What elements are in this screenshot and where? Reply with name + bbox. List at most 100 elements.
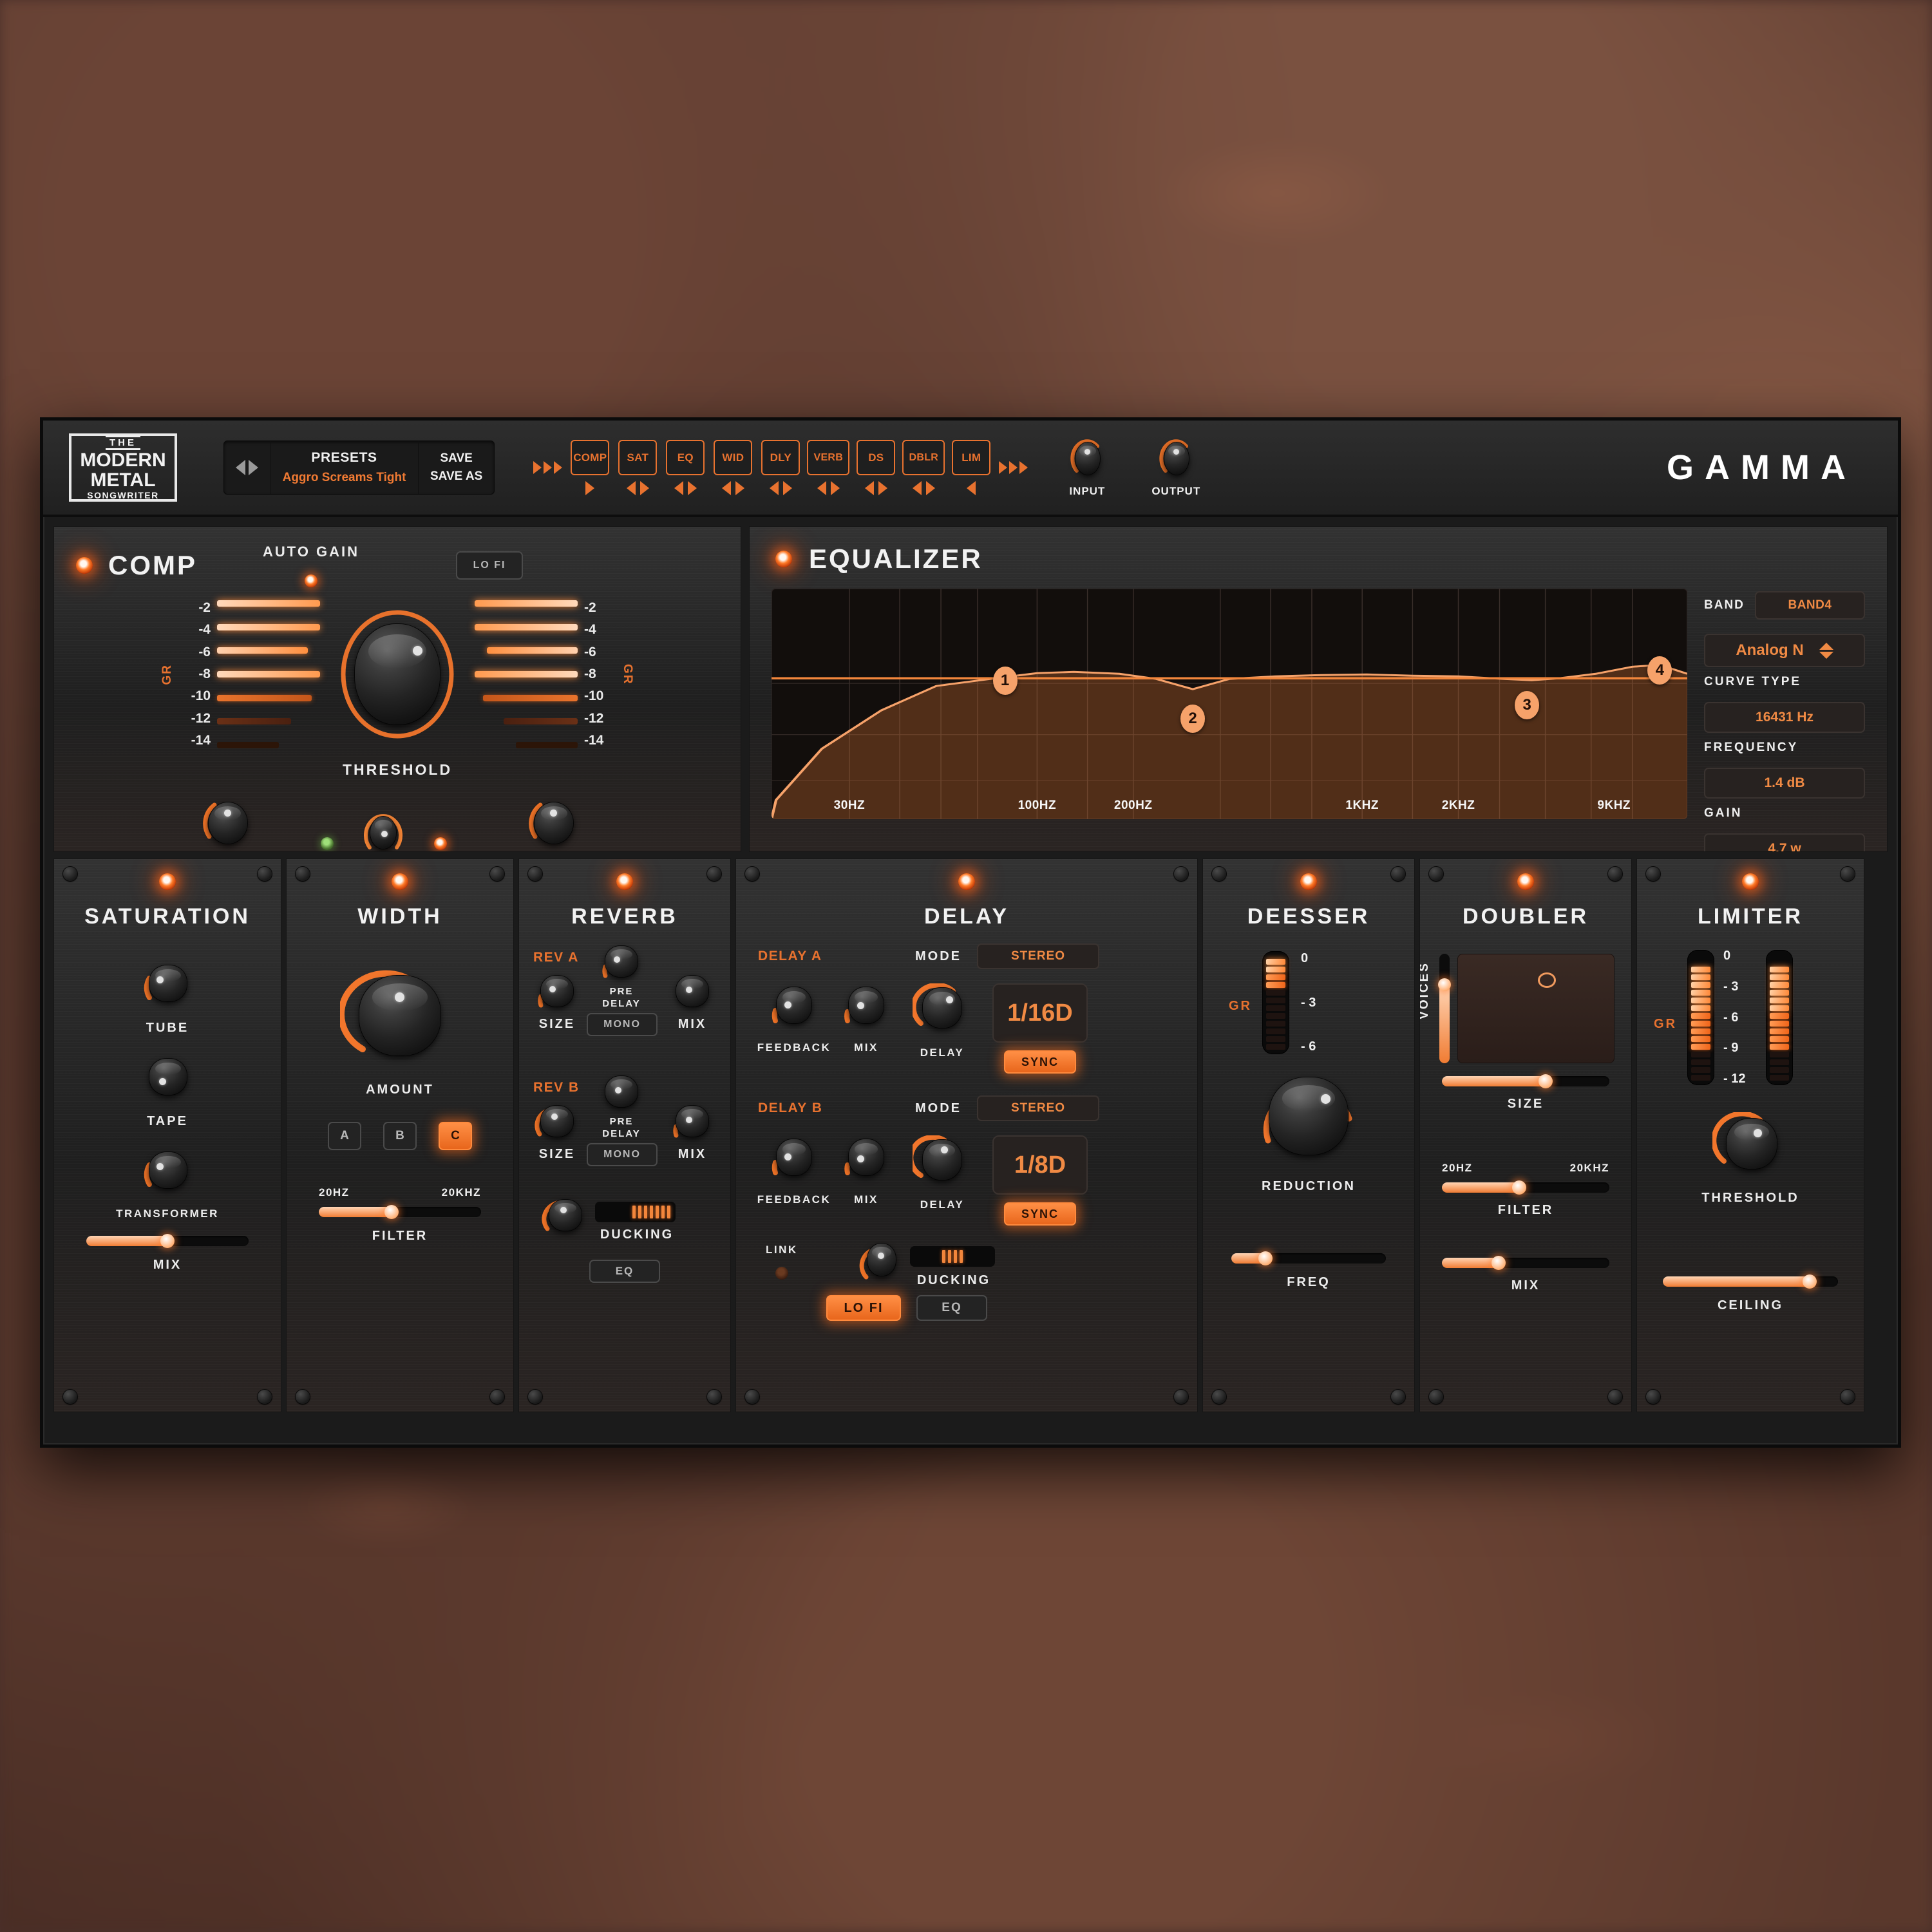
- comp-thd-knob[interactable]: [200, 795, 256, 851]
- auto-gain-led[interactable]: [305, 574, 318, 587]
- prev-preset-icon[interactable]: [236, 460, 245, 475]
- delay-link-led[interactable]: [775, 1267, 788, 1280]
- width-mode-c[interactable]: C: [439, 1122, 472, 1150]
- reverb-ducking-knob[interactable]: [540, 1197, 591, 1239]
- module-tab-lim[interactable]: LIM: [951, 440, 991, 495]
- reverb-eq-button[interactable]: EQ: [589, 1260, 660, 1283]
- delay-b-mix-knob[interactable]: [839, 1135, 893, 1184]
- saturation-tube-knob[interactable]: [138, 960, 196, 1010]
- module-label-ds[interactable]: DS: [857, 440, 896, 475]
- module-tab-dly[interactable]: DLY: [761, 440, 800, 495]
- delay-b-time-knob[interactable]: [913, 1135, 972, 1189]
- doubler-xy-pad[interactable]: [1457, 954, 1615, 1063]
- delay-lofi-button[interactable]: LO FI: [826, 1295, 901, 1321]
- wid-move-right-icon[interactable]: [735, 481, 744, 495]
- eq-gain-value[interactable]: 1.4 dB: [1704, 768, 1865, 799]
- comp-mix-knob[interactable]: [362, 810, 404, 851]
- preset-nav[interactable]: [224, 441, 270, 494]
- delay-a-time-knob[interactable]: [913, 983, 972, 1037]
- width-filter-slider[interactable]: [319, 1205, 481, 1219]
- doubler-size-slider[interactable]: [1442, 1074, 1609, 1088]
- limiter-power-led[interactable]: [1742, 873, 1759, 890]
- module-label-sat[interactable]: SAT: [618, 440, 658, 475]
- eq-curve-graph[interactable]: 1 2 3 4 30HZ 100HZ 200HZ 1KHZ 2KHZ 9KHZ: [772, 589, 1687, 819]
- delay-a-mix-knob[interactable]: [839, 983, 893, 1032]
- dblr-move-right-icon[interactable]: [925, 481, 935, 495]
- comp-soft-led[interactable]: [321, 837, 334, 850]
- delay-b-mode-value[interactable]: STEREO: [977, 1095, 1099, 1121]
- doubler-voices-slider[interactable]: [1438, 954, 1451, 1063]
- output-knob-group[interactable]: OUTPUT: [1151, 437, 1200, 498]
- reverb-power-led[interactable]: [616, 873, 633, 890]
- eq-frequency-value[interactable]: 16431 Hz: [1704, 702, 1865, 733]
- module-tab-dblr[interactable]: DBLR: [902, 440, 945, 495]
- width-amount-knob[interactable]: [340, 967, 460, 1070]
- eq-q-value[interactable]: 4.7 w: [1704, 833, 1865, 851]
- dblr-move-left-icon[interactable]: [912, 481, 922, 495]
- comp-move-right-icon[interactable]: [585, 481, 595, 495]
- output-knob[interactable]: [1158, 437, 1194, 480]
- saturation-mix-slider[interactable]: [86, 1234, 249, 1248]
- module-label-dblr[interactable]: DBLR: [902, 440, 945, 475]
- delay-power-led[interactable]: [958, 873, 975, 890]
- save-button[interactable]: SAVE: [440, 450, 472, 468]
- saturation-tape-knob[interactable]: [138, 1054, 196, 1104]
- delay-eq-button[interactable]: EQ: [916, 1295, 987, 1321]
- preset-selector[interactable]: PRESETS Aggro Screams Tight: [270, 441, 419, 494]
- eq-band-value[interactable]: BAND4: [1754, 591, 1865, 620]
- wid-move-left-icon[interactable]: [721, 481, 731, 495]
- ds-move-left-icon[interactable]: [864, 481, 874, 495]
- eq-curve-type-select[interactable]: Analog N: [1704, 634, 1865, 667]
- sat-move-left-icon[interactable]: [626, 481, 636, 495]
- scroll-right-icon[interactable]: [999, 461, 1028, 474]
- width-mode-a[interactable]: A: [328, 1122, 361, 1150]
- eq-power-led[interactable]: [775, 551, 792, 567]
- module-tab-verb[interactable]: VERB: [807, 440, 850, 495]
- delay-a-mode-value[interactable]: STEREO: [977, 943, 1099, 969]
- comp-lofi-button[interactable]: LO FI: [456, 551, 524, 580]
- module-tab-ds[interactable]: DS: [856, 440, 896, 495]
- saturation-transformer-knob[interactable]: [138, 1147, 196, 1197]
- save-group[interactable]: SAVE SAVE AS: [419, 441, 494, 494]
- scroll-left-icon[interactable]: [533, 461, 563, 474]
- eq-node-1[interactable]: 1: [992, 667, 1018, 696]
- doubler-xy-handle-icon[interactable]: [1538, 972, 1557, 988]
- reverb-a-predelay-knob[interactable]: [596, 943, 647, 985]
- sat-move-right-icon[interactable]: [639, 481, 649, 495]
- reverb-a-mono-button[interactable]: MONO: [587, 1013, 658, 1036]
- delay-a-feedback-knob[interactable]: [767, 983, 821, 1032]
- lim-move-left-icon[interactable]: [967, 481, 976, 495]
- eq-move-left-icon[interactable]: [674, 481, 683, 495]
- reverb-b-mono-button[interactable]: MONO: [587, 1143, 658, 1166]
- delay-b-feedback-knob[interactable]: [767, 1135, 821, 1184]
- eq-node-4[interactable]: 4: [1647, 656, 1672, 685]
- module-label-comp[interactable]: COMP: [571, 440, 610, 475]
- input-knob[interactable]: [1069, 437, 1105, 480]
- save-as-button[interactable]: SAVE AS: [430, 468, 482, 486]
- module-label-dly[interactable]: DLY: [761, 440, 800, 475]
- next-preset-icon[interactable]: [249, 460, 258, 475]
- doubler-power-led[interactable]: [1517, 873, 1534, 890]
- comp-hard-led[interactable]: [433, 837, 447, 850]
- delay-b-sync-button[interactable]: SYNC: [1004, 1202, 1076, 1226]
- eq-node-2[interactable]: 2: [1180, 705, 1206, 734]
- doubler-filter-slider[interactable]: [1442, 1180, 1609, 1195]
- deesser-reduction-knob[interactable]: [1251, 1068, 1366, 1166]
- delay-a-division[interactable]: 1/16D: [992, 983, 1088, 1043]
- limiter-threshold-knob[interactable]: [1712, 1112, 1788, 1179]
- reverb-b-mix-knob[interactable]: [667, 1103, 717, 1144]
- verb-move-left-icon[interactable]: [817, 481, 826, 495]
- module-tab-comp[interactable]: COMP: [570, 440, 610, 495]
- comp-threshold-knob[interactable]: [330, 607, 464, 741]
- module-label-lim[interactable]: LIM: [952, 440, 991, 475]
- saturation-power-led[interactable]: [159, 873, 176, 890]
- dly-move-left-icon[interactable]: [769, 481, 779, 495]
- eq-node-3[interactable]: 3: [1515, 690, 1540, 719]
- reverb-a-size-knob[interactable]: [532, 973, 582, 1014]
- limiter-ceiling-slider[interactable]: [1663, 1274, 1838, 1289]
- delay-a-sync-button[interactable]: SYNC: [1004, 1050, 1076, 1074]
- reverb-b-size-knob[interactable]: [532, 1103, 582, 1144]
- eq-move-right-icon[interactable]: [687, 481, 697, 495]
- deesser-power-led[interactable]: [1300, 873, 1317, 890]
- delay-b-division[interactable]: 1/8D: [992, 1135, 1088, 1195]
